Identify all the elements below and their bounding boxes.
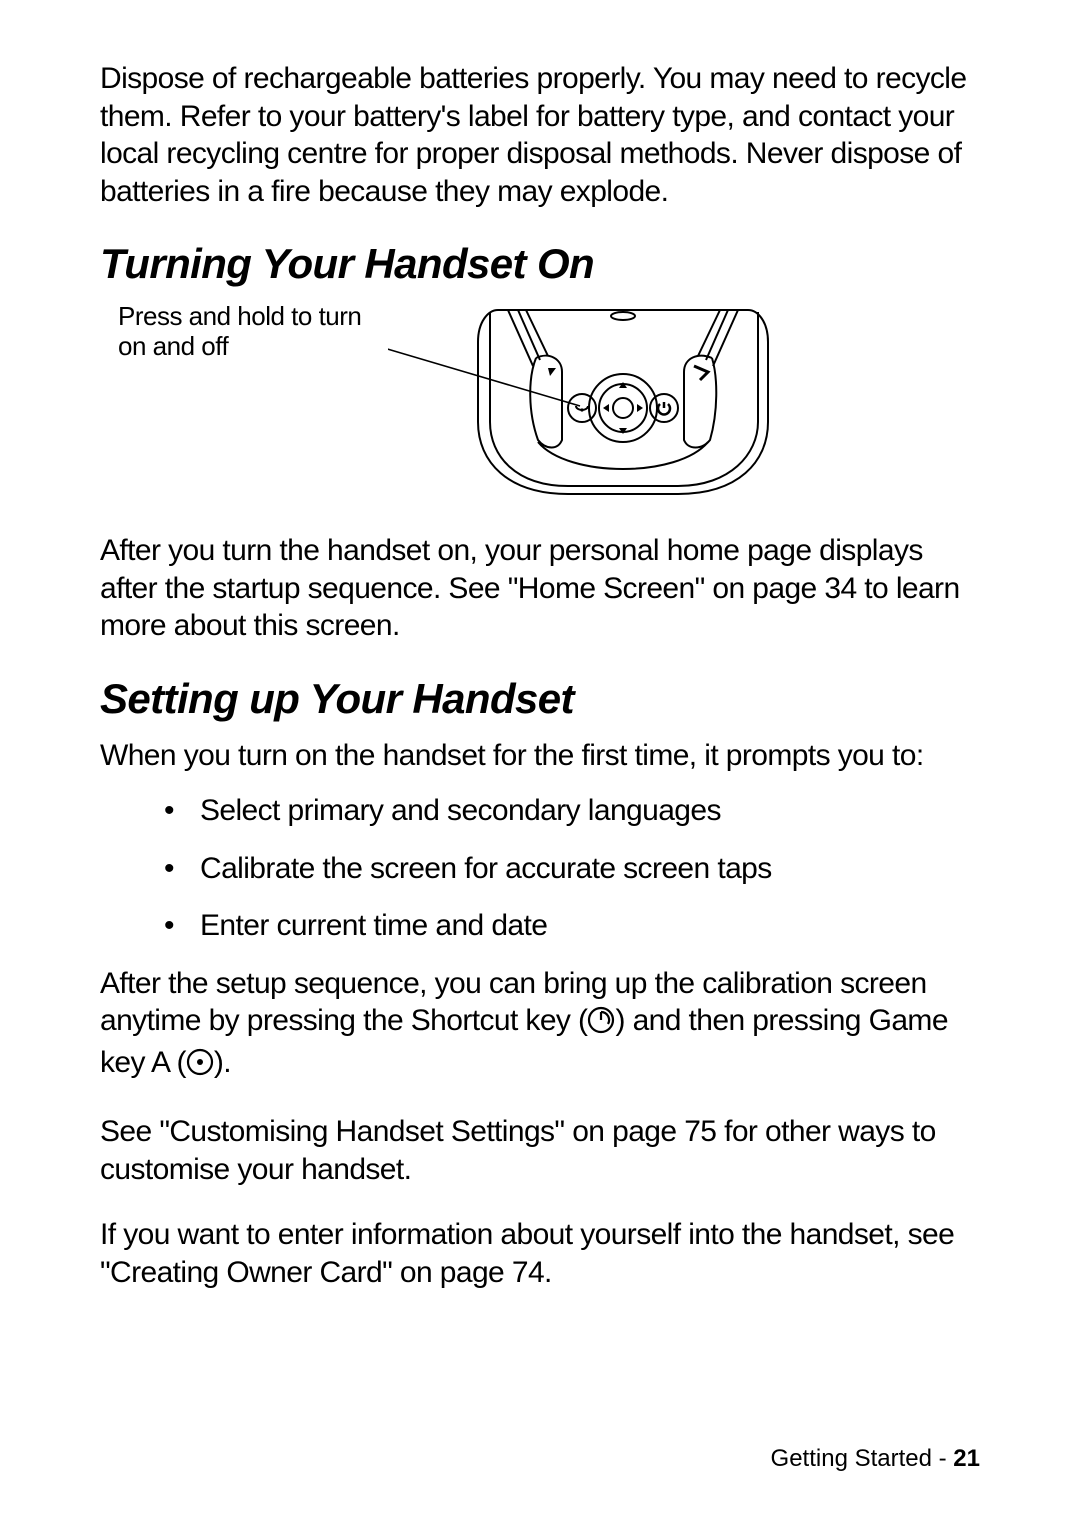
after-turn-on-paragraph: After you turn the handset on, your pers… xyxy=(100,532,980,645)
turn-on-diagram-row: Press and hold to turn on and off xyxy=(100,302,980,502)
footer-section: Getting Started - xyxy=(771,1445,954,1472)
handset-diagram xyxy=(388,302,858,502)
handset-svg xyxy=(388,302,858,502)
owner-card-paragraph: If you want to enter information about y… xyxy=(100,1216,980,1291)
list-item: Select primary and secondary languages xyxy=(160,792,980,830)
game-key-a-icon xyxy=(186,1048,214,1086)
list-item: Calibrate the screen for accurate screen… xyxy=(160,850,980,888)
footer-page-number: 21 xyxy=(953,1445,980,1472)
list-item: Enter current time and date xyxy=(160,907,980,945)
callout-column: Press and hold to turn on and off xyxy=(100,302,378,362)
manual-page: Dispose of rechargeable batteries proper… xyxy=(0,0,1080,1525)
heading-turning-on: Turning Your Handset On xyxy=(100,240,980,288)
page-footer: Getting Started - 21 xyxy=(771,1445,980,1473)
customise-paragraph: See "Customising Handset Settings" on pa… xyxy=(100,1113,980,1188)
setup-intro-paragraph: When you turn on the handset for the fir… xyxy=(100,737,980,775)
setup-bullet-list: Select primary and secondary languages C… xyxy=(100,792,980,945)
power-button-callout: Press and hold to turn on and off xyxy=(118,302,378,362)
heading-setting-up: Setting up Your Handset xyxy=(100,675,980,723)
intro-paragraph: Dispose of rechargeable batteries proper… xyxy=(100,60,980,210)
after-setup-paragraph: After the setup sequence, you can bring … xyxy=(100,965,980,1086)
shortcut-key-icon xyxy=(587,1006,615,1044)
after-setup-post: ). xyxy=(214,1046,231,1079)
